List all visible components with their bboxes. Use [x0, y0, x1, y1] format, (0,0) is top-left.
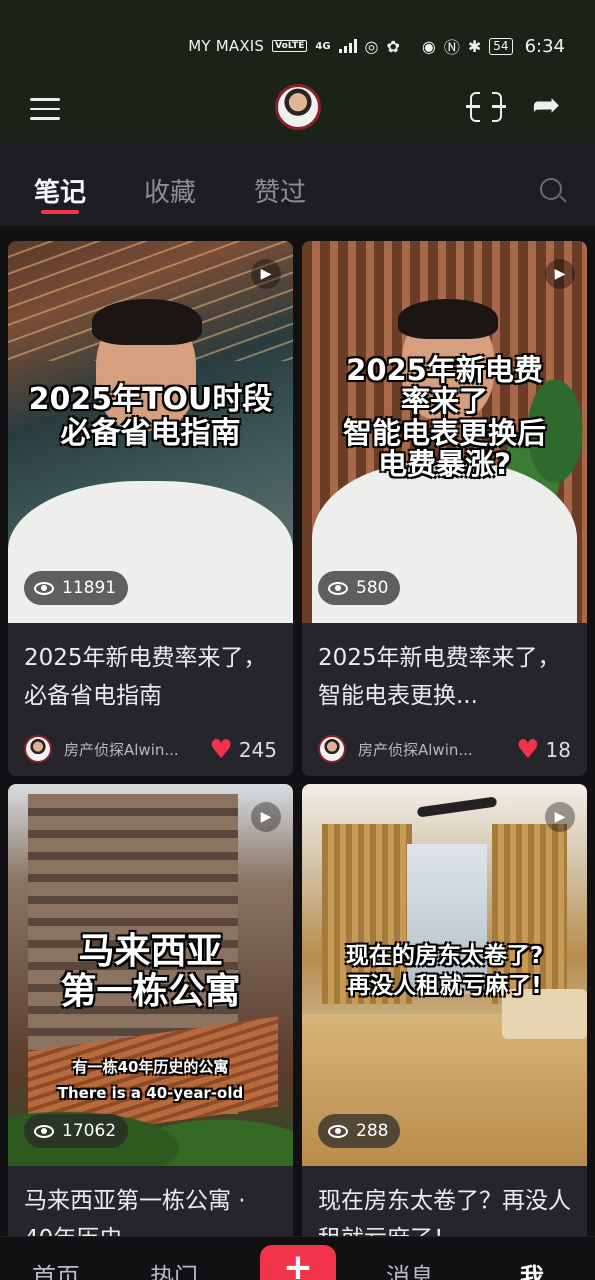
app-icon: ✿ — [386, 36, 400, 56]
profile-tabs: 笔记 收藏 赞过 — [0, 142, 595, 226]
note-cover-image[interactable]: 2025年新电费 率来了 智能电表更换后 电费暴涨? ▶ 580 — [302, 241, 587, 623]
heart-icon: ♥ — [209, 735, 233, 765]
cover-subcaption: 有一栋40年历史的公寓 There is a 40-year-old — [8, 1054, 293, 1107]
video-play-icon: ▶ — [545, 802, 575, 832]
nav-home[interactable]: 首页 — [32, 1257, 80, 1280]
signal-icon — [338, 39, 357, 53]
notes-feed[interactable]: 2025年TOU时段 必备省电指南 ▶ 11891 2025年新电费率来了，必备… — [0, 226, 595, 1236]
note-card[interactable]: 2025年新电费 率来了 智能电表更换后 电费暴涨? ▶ 580 2025年新电… — [302, 241, 587, 776]
cover-caption-line: 马来西亚 — [78, 931, 223, 972]
cover-caption-line: 率来了 — [400, 384, 488, 419]
video-play-icon: ▶ — [251, 802, 281, 832]
network-type: 4G — [315, 40, 331, 52]
cover-subcaption-line: 有一栋40年历史的公寓 — [72, 1058, 229, 1076]
bottom-nav: 首页 热门 + 消息 我 — [0, 1236, 595, 1280]
note-title[interactable]: 2025年新电费率来了，智能电表更换... — [302, 623, 587, 719]
eye-icon: ◉ — [421, 36, 436, 56]
view-count: 11891 — [62, 578, 117, 598]
note-card[interactable]: 马来西亚 第一栋公寓 有一栋40年历史的公寓 There is a 40-yea… — [8, 784, 293, 1236]
view-count: 288 — [356, 1121, 389, 1141]
author-name[interactable]: 房产侦探Alwin... — [64, 739, 194, 760]
note-meta: 房产侦探Alwin... ♥ 18 — [302, 719, 587, 776]
nav-me[interactable]: 我 — [520, 1257, 544, 1280]
cover-caption-line: 2025年TOU时段 — [28, 382, 273, 417]
nav-trending[interactable]: 热门 — [150, 1257, 198, 1280]
note-cover-image[interactable]: 现在的房东太卷了? 再没人租就亏麻了! ▶ 288 — [302, 784, 587, 1166]
tab-liked[interactable]: 赞过 — [254, 172, 306, 209]
clock: 6:34 — [524, 35, 565, 57]
video-play-icon: ▶ — [545, 259, 575, 289]
battery-icon: 54 — [489, 37, 513, 55]
cover-caption-line: 必备省电指南 — [60, 415, 241, 451]
note-card[interactable]: 2025年TOU时段 必备省电指南 ▶ 11891 2025年新电费率来了，必备… — [8, 241, 293, 776]
view-count-badge: 288 — [318, 1114, 401, 1148]
tab-notes[interactable]: 笔记 — [34, 172, 86, 209]
volte-badge: VoLTE — [272, 40, 308, 52]
active-tab-indicator — [41, 210, 79, 214]
author-avatar[interactable] — [24, 735, 52, 763]
tab-collections[interactable]: 收藏 — [144, 172, 196, 209]
cover-caption-line: 智能电表更换后 — [342, 415, 546, 450]
like-count: 18 — [545, 738, 571, 762]
cover-caption-line: 2025年新电费 — [346, 353, 543, 387]
author-avatar[interactable] — [318, 735, 346, 763]
add-post-button[interactable]: + — [260, 1245, 336, 1280]
cover-caption: 2025年新电费 率来了 智能电表更换后 电费暴涨? — [302, 353, 587, 481]
note-meta: 房产侦探Alwin... ♥ 245 — [8, 719, 293, 776]
like-button[interactable]: ♥ 18 — [516, 737, 571, 763]
carrier-name: MY MAXIS — [188, 37, 265, 55]
eye-icon — [328, 1124, 348, 1138]
app-header: ➦ — [0, 84, 595, 142]
note-title[interactable]: 2025年新电费率来了，必备省电指南 — [8, 623, 293, 719]
profile-avatar[interactable] — [275, 84, 321, 130]
share-icon[interactable]: ➦ — [532, 88, 561, 122]
view-count: 580 — [356, 578, 389, 598]
menu-icon[interactable] — [30, 98, 60, 122]
cover-caption-line: 电费暴涨? — [378, 446, 511, 481]
note-cover-image[interactable]: 马来西亚 第一栋公寓 有一栋40年历史的公寓 There is a 40-yea… — [8, 784, 293, 1166]
nav-messages[interactable]: 消息 — [386, 1257, 434, 1280]
cover-figure-hair — [92, 299, 202, 345]
author-name[interactable]: 房产侦探Alwin... — [358, 739, 488, 760]
eye-icon — [328, 581, 348, 595]
view-count-badge: 580 — [318, 571, 401, 605]
bluetooth-icon: ✱ — [467, 36, 482, 56]
like-count: 245 — [238, 738, 277, 762]
cover-subcaption-line: There is a 40-year-old — [57, 1084, 244, 1103]
cover-caption-line: 现在的房东太卷了? — [345, 943, 544, 969]
cover-caption: 2025年TOU时段 必备省电指南 — [8, 383, 293, 450]
whatsapp-icon: ◎ — [364, 36, 379, 56]
heart-icon: ♥ — [516, 735, 540, 765]
cover-figure-hair — [398, 299, 498, 339]
note-card[interactable]: 现在的房东太卷了? 再没人租就亏麻了! ▶ 288 现在房东太卷了？再没人租就亏… — [302, 784, 587, 1236]
view-count-badge: 17062 — [24, 1114, 129, 1148]
scan-icon[interactable] — [466, 90, 506, 124]
note-cover-image[interactable]: 2025年TOU时段 必备省电指南 ▶ 11891 — [8, 241, 293, 623]
note-title[interactable]: 马来西亚第一栋公寓 · 40年历史 — [8, 1166, 293, 1236]
eye-icon — [34, 1124, 54, 1138]
note-title[interactable]: 现在房东太卷了？再没人租就亏麻了！ — [302, 1166, 587, 1236]
video-play-icon: ▶ — [251, 259, 281, 289]
cover-caption: 现在的房东太卷了? 再没人租就亏麻了! — [302, 942, 587, 1002]
search-icon[interactable] — [540, 178, 562, 200]
eye-icon — [34, 581, 54, 595]
cover-caption-line: 再没人租就亏麻了! — [347, 972, 542, 999]
status-bar: MY MAXIS VoLTE 4G ◎ ✿ ◉ Ⓝ ✱ 54 6:34 — [0, 0, 595, 88]
like-button[interactable]: ♥ 245 — [210, 737, 278, 763]
nfc-icon: Ⓝ — [443, 38, 460, 57]
cover-caption-line: 第一栋公寓 — [60, 971, 241, 1013]
view-count-badge: 11891 — [24, 571, 129, 605]
cover-caption: 马来西亚 第一栋公寓 — [8, 931, 293, 1013]
view-count: 17062 — [62, 1121, 117, 1141]
cover-background-fan — [416, 796, 498, 818]
